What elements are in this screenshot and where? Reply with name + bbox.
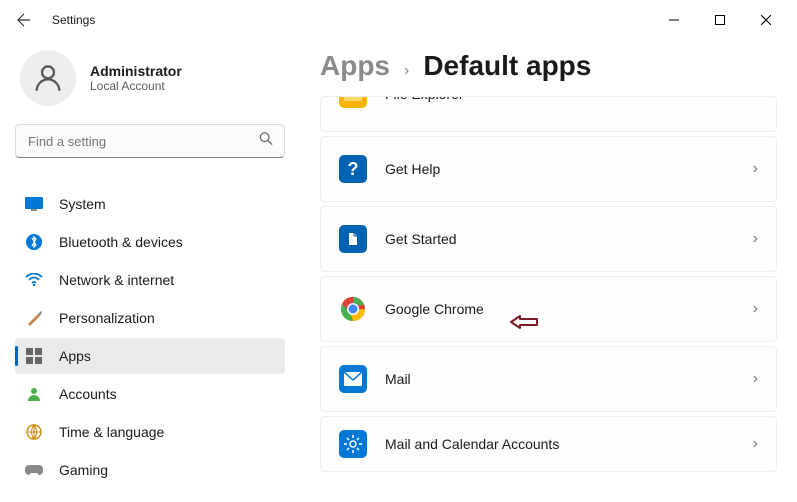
- app-card-mail-calendar-accounts[interactable]: Mail and Calendar Accounts ›: [320, 416, 777, 472]
- app-name: Mail: [385, 371, 411, 387]
- sidebar-item-accounts[interactable]: Accounts: [15, 376, 285, 412]
- maximize-icon: [715, 15, 725, 25]
- settings-gear-icon: [339, 430, 367, 458]
- sidebar-item-bluetooth[interactable]: Bluetooth & devices: [15, 224, 285, 260]
- sidebar-item-label: Apps: [59, 348, 91, 364]
- sidebar-item-label: Time & language: [59, 424, 164, 440]
- sidebar-item-time[interactable]: Time & language: [15, 414, 285, 450]
- wifi-icon: [25, 271, 43, 289]
- breadcrumb: Apps › Default apps: [320, 50, 777, 82]
- close-icon: [761, 15, 771, 25]
- sidebar-item-label: Bluetooth & devices: [59, 234, 183, 250]
- maximize-button[interactable]: [697, 4, 743, 36]
- search-input[interactable]: [15, 124, 285, 158]
- sidebar-item-apps[interactable]: Apps: [15, 338, 285, 374]
- file-explorer-icon: [339, 96, 367, 108]
- back-arrow-icon: [17, 13, 31, 27]
- chevron-right-icon: ›: [753, 300, 758, 318]
- sidebar-item-label: Personalization: [59, 310, 155, 326]
- bluetooth-icon: [25, 233, 43, 251]
- chevron-right-icon: ›: [404, 62, 409, 80]
- back-button[interactable]: [8, 4, 40, 36]
- sidebar-item-network[interactable]: Network & internet: [15, 262, 285, 298]
- app-name: Get Started: [385, 231, 457, 247]
- account-section[interactable]: Administrator Local Account: [15, 50, 285, 106]
- app-name: Google Chrome: [385, 301, 484, 317]
- account-name: Administrator: [90, 63, 182, 79]
- app-card-mail[interactable]: Mail ›: [320, 346, 777, 412]
- mail-icon: [339, 365, 367, 393]
- window-title: Settings: [52, 13, 95, 27]
- chevron-right-icon: ›: [753, 435, 758, 453]
- search-icon: [259, 132, 273, 151]
- breadcrumb-current: Default apps: [423, 50, 591, 82]
- app-card-google-chrome[interactable]: Google Chrome ›: [320, 276, 777, 342]
- app-name: Get Help: [385, 161, 440, 177]
- app-name: Mail and Calendar Accounts: [385, 436, 559, 452]
- apps-icon: [25, 347, 43, 365]
- sidebar-item-gaming[interactable]: Gaming: [15, 452, 285, 488]
- sidebar-item-label: Gaming: [59, 462, 108, 478]
- minimize-button[interactable]: [651, 4, 697, 36]
- gaming-icon: [25, 461, 43, 479]
- app-name: File Explorer: [385, 96, 464, 102]
- chevron-right-icon: ›: [753, 370, 758, 388]
- account-subtitle: Local Account: [90, 79, 182, 93]
- sidebar-item-label: Network & internet: [59, 272, 174, 288]
- app-card-file-explorer[interactable]: File Explorer ›: [320, 96, 777, 132]
- globe-icon: [25, 423, 43, 441]
- sidebar-item-system[interactable]: System: [15, 186, 285, 222]
- brush-icon: [25, 309, 43, 327]
- annotation-arrow-icon: [510, 314, 538, 330]
- sidebar-item-label: Accounts: [59, 386, 117, 402]
- system-icon: [25, 195, 43, 213]
- accounts-icon: [25, 385, 43, 403]
- chevron-right-icon: ›: [753, 230, 758, 248]
- breadcrumb-parent[interactable]: Apps: [320, 50, 390, 82]
- app-card-get-started[interactable]: Get Started ›: [320, 206, 777, 272]
- sidebar-item-label: System: [59, 196, 106, 212]
- get-help-icon: ?: [339, 155, 367, 183]
- get-started-icon: [339, 225, 367, 253]
- avatar: [20, 50, 76, 106]
- chevron-right-icon: ›: [753, 160, 758, 178]
- chevron-right-icon: ›: [753, 96, 758, 103]
- person-icon: [31, 61, 65, 95]
- app-card-get-help[interactable]: ? Get Help ›: [320, 136, 777, 202]
- minimize-icon: [669, 15, 679, 25]
- close-button[interactable]: [743, 4, 789, 36]
- sidebar-item-personalization[interactable]: Personalization: [15, 300, 285, 336]
- chrome-icon: [339, 295, 367, 323]
